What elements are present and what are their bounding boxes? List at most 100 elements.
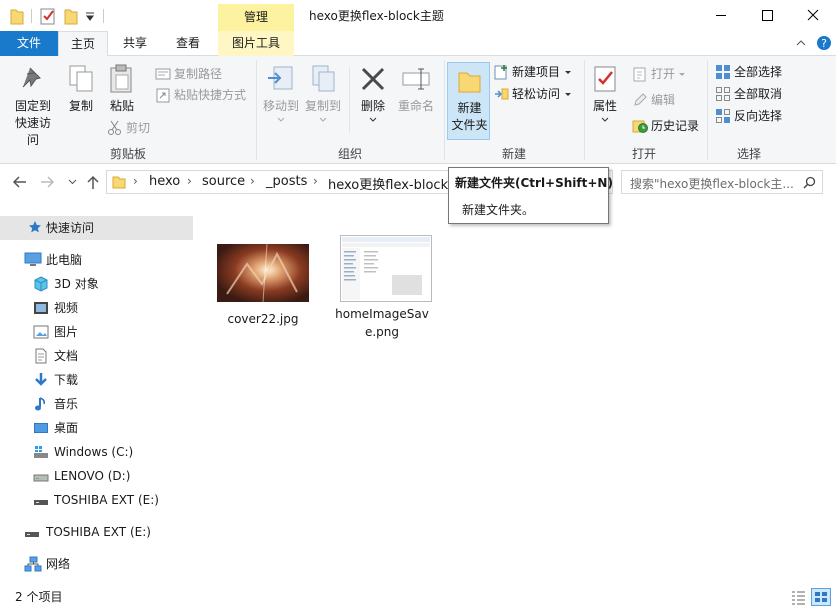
- network-icon: [24, 556, 42, 572]
- chevron-down-icon: [319, 117, 327, 122]
- delete-button[interactable]: 删除: [354, 64, 392, 123]
- folder-icon: [112, 176, 126, 189]
- close-button[interactable]: [790, 0, 836, 31]
- file-name: cover22.jpg: [227, 312, 299, 326]
- select-none-icon: [716, 87, 730, 101]
- breadcrumb-separator-icon[interactable]: ›: [313, 174, 318, 188]
- sidebar-item-label: 快速访问: [46, 221, 95, 235]
- chevron-down-icon: [601, 117, 609, 122]
- collapse-ribbon-icon[interactable]: [796, 39, 806, 47]
- new-folder-icon[interactable]: [64, 7, 78, 25]
- image-thumbnail: [217, 244, 309, 302]
- search-box[interactable]: 搜索"hexo更换flex-block主...: [621, 170, 823, 194]
- usb-drive-icon: [25, 532, 39, 537]
- properties-button[interactable]: 属性: [588, 64, 622, 123]
- move-to-button[interactable]: 移动到: [260, 64, 302, 123]
- navigation-bar: › hexo › source › _posts › hexo更换flex-bl…: [0, 165, 836, 199]
- separator: [103, 9, 104, 23]
- new-folder-button[interactable]: 新建 文件夹: [447, 62, 490, 140]
- title-bar: 管理 hexo更换flex-block主题: [0, 0, 836, 31]
- sidebar-item-drive-c[interactable]: Windows (C:): [0, 440, 193, 464]
- item-count: 2 个项目: [15, 590, 63, 604]
- sidebar-item-drive-e[interactable]: TOSHIBA EXT (E:): [0, 488, 193, 512]
- breadcrumb-separator-icon[interactable]: ›: [187, 174, 192, 188]
- breadcrumb-posts[interactable]: _posts: [266, 174, 307, 189]
- sidebar-item-documents[interactable]: 文档: [0, 344, 193, 368]
- up-arrow-icon[interactable]: [86, 174, 100, 190]
- file-item[interactable]: cover22.jpg: [213, 244, 313, 334]
- tab-file[interactable]: 文件: [0, 31, 58, 56]
- sidebar-item-label: 文档: [54, 349, 79, 363]
- properties-check-icon[interactable]: [40, 7, 56, 25]
- sidebar-item-external-drive-e[interactable]: TOSHIBA EXT (E:): [0, 520, 193, 544]
- minimize-icon: [716, 15, 726, 16]
- sidebar-item-label: TOSHIBA EXT (E:): [46, 525, 151, 539]
- separator: [31, 9, 32, 23]
- easy-access-icon: [495, 88, 509, 100]
- tooltip: 新建文件夹(Ctrl+Shift+N) 新建文件夹。: [448, 167, 613, 224]
- separator: [349, 68, 350, 132]
- copy-to-label: 复制到: [304, 99, 341, 113]
- new-item-label: 新建项目: [512, 65, 561, 79]
- file-item[interactable]: homeImageSave.png: [332, 235, 432, 345]
- tab-view[interactable]: 查看: [162, 31, 214, 56]
- back-arrow-icon[interactable]: [12, 175, 28, 189]
- help-icon[interactable]: ?: [816, 35, 832, 51]
- search-placeholder: 搜索"hexo更换flex-block主...: [630, 177, 794, 191]
- history-label: 历史记录: [651, 119, 700, 133]
- rename-button[interactable]: 重命名: [395, 64, 437, 115]
- customize-toolbar-dropdown-icon[interactable]: [85, 11, 95, 29]
- edit-label: 编辑: [651, 93, 676, 107]
- chevron-down-icon: [565, 71, 571, 74]
- drive-icon: [33, 474, 49, 482]
- context-tab-manage[interactable]: 管理: [218, 4, 294, 31]
- maximize-button[interactable]: [744, 0, 790, 31]
- window-title: hexo更换flex-block主题: [309, 9, 444, 23]
- breadcrumb-separator-icon[interactable]: ›: [250, 174, 255, 188]
- sidebar-item-drive-d[interactable]: LENOVO (D:): [0, 464, 193, 488]
- sidebar-item-quick-access[interactable]: 快速访问: [0, 216, 193, 240]
- paste-button[interactable]: 粘贴: [102, 64, 142, 115]
- sidebar-item-music[interactable]: 音乐: [0, 392, 193, 416]
- sidebar-item-downloads[interactable]: 下载: [0, 368, 193, 392]
- sidebar-item-label: Windows (C:): [54, 445, 134, 459]
- search-icon[interactable]: [803, 176, 816, 189]
- minimize-button[interactable]: [698, 0, 744, 31]
- select-group-label: 选择: [736, 147, 761, 161]
- copy-to-button[interactable]: 复制到: [302, 64, 344, 123]
- file-name: homeImageSave.png: [335, 307, 429, 339]
- breadcrumb-current-folder[interactable]: hexo更换flex-block主: [328, 174, 461, 193]
- breadcrumb-separator-icon[interactable]: ›: [133, 174, 138, 188]
- svg-text:?: ?: [821, 37, 827, 50]
- tab-share[interactable]: 共享: [110, 31, 160, 56]
- desktop-icon: [34, 423, 48, 433]
- sidebar-item-pictures[interactable]: 图片: [0, 320, 193, 344]
- folder-icon[interactable]: [10, 7, 24, 25]
- details-view-icon[interactable]: [790, 589, 806, 605]
- sidebar-item-this-pc[interactable]: 此电脑: [0, 248, 193, 272]
- breadcrumb-hexo[interactable]: hexo: [149, 174, 180, 189]
- sidebar-item-desktop[interactable]: 桌面: [0, 416, 193, 440]
- tab-picture-tools[interactable]: 图片工具: [218, 31, 294, 56]
- sidebar-item-label: 3D 对象: [54, 277, 99, 291]
- paste-icon: [110, 64, 132, 93]
- large-icons-view-icon[interactable]: [811, 588, 831, 606]
- pin-to-quick-access-button[interactable]: 固定到快速访问: [4, 64, 62, 149]
- recent-locations-chevron-icon[interactable]: [68, 179, 77, 185]
- copy-to-icon: [312, 65, 335, 92]
- sidebar-item-3d-objects[interactable]: 3D 对象: [0, 272, 193, 296]
- new-folder-icon: [458, 72, 481, 93]
- sidebar-item-videos[interactable]: 视频: [0, 296, 193, 320]
- open-group-label: 打开: [631, 147, 656, 161]
- breadcrumb-source[interactable]: source: [202, 174, 245, 189]
- ribbon-tabs: 文件 主页 共享 查看 图片工具 ?: [0, 31, 836, 57]
- close-icon: [807, 9, 819, 21]
- tab-home[interactable]: 主页: [58, 31, 108, 57]
- sidebar-item-network[interactable]: 网络: [0, 552, 193, 576]
- sidebar-item-label: 此电脑: [46, 253, 83, 267]
- status-bar: 2 个项目: [0, 584, 836, 609]
- move-to-icon: [268, 66, 293, 90]
- copy-button[interactable]: 复制: [62, 64, 100, 115]
- tooltip-title: 新建文件夹(Ctrl+Shift+N): [455, 176, 613, 190]
- forward-arrow-icon[interactable]: [39, 175, 55, 189]
